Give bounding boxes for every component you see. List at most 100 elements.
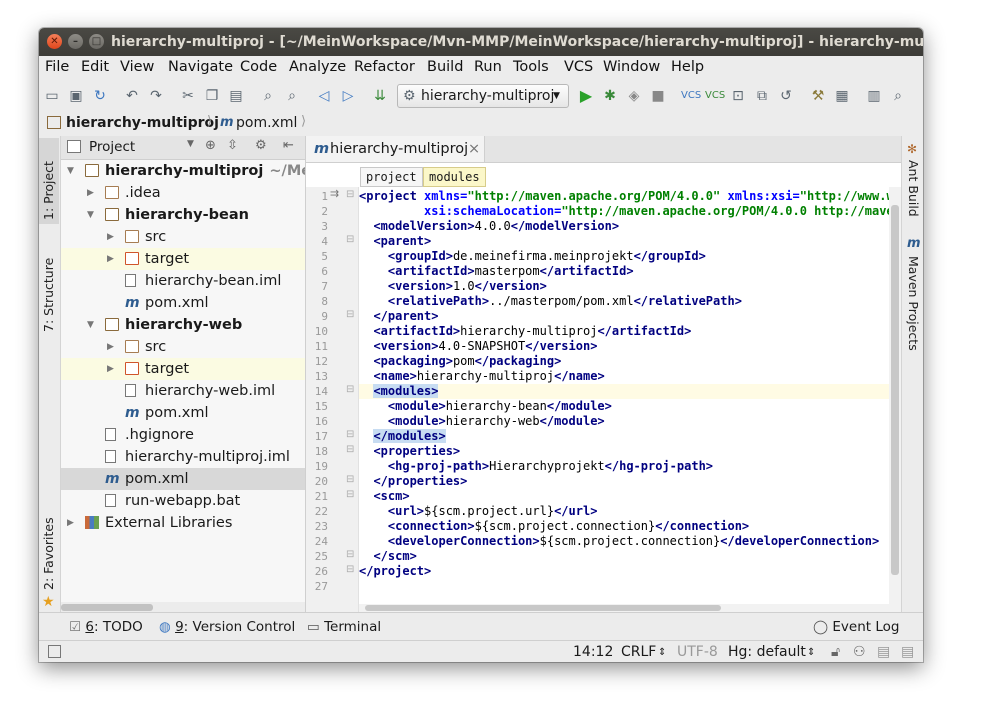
- menu-view[interactable]: View: [120, 59, 154, 75]
- memory-indicator-icon[interactable]: ▤: [877, 644, 890, 660]
- version-control-tool-button[interactable]: ◍ 9: Version Control: [159, 619, 295, 635]
- run-icon[interactable]: ▶: [577, 87, 595, 105]
- collapse-arrow-icon[interactable]: ▶: [67, 512, 74, 534]
- code-view[interactable]: <project xmlns="http://maven.apache.org/…: [359, 187, 901, 612]
- menu-tools[interactable]: Tools: [513, 59, 549, 75]
- vcs-update-icon[interactable]: VCS: [681, 87, 701, 105]
- editor-horizontal-scrollbar[interactable]: [359, 604, 889, 612]
- line-separator[interactable]: CRLF: [621, 644, 656, 660]
- favorites-tool-tab[interactable]: 2: Favorites ★: [39, 516, 59, 612]
- menu-build[interactable]: Build: [427, 59, 463, 75]
- fold-marker-icon[interactable]: ⊟: [346, 489, 354, 500]
- find-icon[interactable]: ⌕: [259, 87, 277, 105]
- collapse-arrow-icon[interactable]: ▶: [107, 226, 114, 248]
- tree-item[interactable]: ▶ src: [61, 336, 305, 358]
- close-window-button[interactable]: ✕: [47, 34, 62, 49]
- search-everywhere-icon[interactable]: ⌕: [889, 87, 907, 105]
- code-line[interactable]: xsi:schemaLocation="http://maven.apache.…: [359, 204, 901, 219]
- back-icon[interactable]: ◁: [315, 87, 333, 105]
- code-line[interactable]: <project xmlns="http://maven.apache.org/…: [359, 189, 901, 204]
- close-tab-icon[interactable]: ×: [468, 136, 480, 162]
- tree-item[interactable]: m pom.xml: [61, 292, 305, 314]
- menu-refactor[interactable]: Refactor: [354, 59, 415, 75]
- fold-marker-icon[interactable]: ⊟: [346, 444, 354, 455]
- replace-icon[interactable]: ⌕: [283, 87, 301, 105]
- tree-item[interactable]: hierarchy-web.iml: [61, 380, 305, 402]
- collapse-arrow-icon[interactable]: ▶: [107, 248, 114, 270]
- ant-build-tool-tab[interactable]: ✻ Ant Build: [902, 142, 923, 222]
- debug-icon[interactable]: ✱: [601, 87, 619, 105]
- vcs-branch[interactable]: Hg: default: [728, 644, 806, 660]
- copy-icon[interactable]: ❐: [203, 87, 221, 105]
- gear-icon[interactable]: ⚙: [255, 138, 267, 153]
- menu-vcs[interactable]: VCS: [564, 59, 593, 75]
- fold-marker-icon[interactable]: ⊟: [346, 474, 354, 485]
- hide-panel-icon[interactable]: ⇤: [283, 138, 294, 153]
- collapse-arrow-icon[interactable]: ▶: [107, 358, 114, 380]
- code-line[interactable]: <relativePath>../masterpom/pom.xml</rela…: [359, 294, 889, 309]
- nav-project-crumb[interactable]: hierarchy-multiproj: [66, 115, 219, 131]
- expand-arrow-icon[interactable]: ▼: [87, 314, 94, 336]
- tree-horizontal-scrollbar[interactable]: [61, 602, 305, 612]
- collapse-arrow-icon[interactable]: ▶: [107, 336, 114, 358]
- scroll-from-source-icon[interactable]: ⊕: [205, 138, 216, 153]
- save-icon[interactable]: ▣: [67, 87, 85, 105]
- project-view-select[interactable]: Project: [89, 139, 135, 155]
- open-folder-icon[interactable]: ▭: [43, 87, 61, 105]
- collapse-arrow-icon[interactable]: ▶: [87, 182, 94, 204]
- code-line[interactable]: <artifactId>masterpom</artifactId>: [359, 264, 889, 279]
- code-line[interactable]: <module>hierarchy-web</module>: [359, 414, 889, 429]
- code-line[interactable]: [359, 579, 889, 594]
- tree-item[interactable]: run-webapp.bat: [61, 490, 305, 512]
- sync-icon[interactable]: ↻: [91, 87, 109, 105]
- code-line[interactable]: <hg-proj-path>Hierarchyprojekt</hg-proj-…: [359, 459, 889, 474]
- minimize-window-button[interactable]: –: [68, 34, 83, 49]
- tree-item[interactable]: ▶ src: [61, 226, 305, 248]
- undo-icon[interactable]: ↶: [123, 87, 141, 105]
- tree-item[interactable]: ▶ target: [61, 358, 305, 380]
- vcs-compare-icon[interactable]: ⧉: [753, 87, 771, 105]
- forward-icon[interactable]: ▷: [339, 87, 357, 105]
- tree-item[interactable]: ▼ hierarchy-multiproj~/MeinW: [61, 160, 305, 182]
- editor-scroll-thumb[interactable]: [891, 205, 899, 575]
- tree-item[interactable]: ▼ hierarchy-bean: [61, 204, 305, 226]
- menu-edit[interactable]: Edit: [81, 59, 109, 75]
- nav-file-crumb[interactable]: pom.xml: [236, 115, 297, 131]
- settings-icon[interactable]: ⚒: [809, 87, 827, 105]
- vcs-commit-icon[interactable]: VCS: [705, 87, 725, 105]
- code-line[interactable]: <module>hierarchy-bean</module>: [359, 399, 889, 414]
- code-line[interactable]: </scm>: [359, 549, 889, 564]
- fold-marker-icon[interactable]: ⊟: [346, 549, 354, 560]
- fold-marker-icon[interactable]: ⊟: [346, 189, 354, 200]
- menu-navigate[interactable]: Navigate: [168, 59, 233, 75]
- code-line[interactable]: <groupId>de.meinefirma.meinprojekt</grou…: [359, 249, 889, 264]
- vcs-revert-icon[interactable]: ↺: [777, 87, 795, 105]
- code-line[interactable]: </modules>: [359, 429, 889, 444]
- coverage-icon[interactable]: ◈: [625, 87, 643, 105]
- tab-pom-xml[interactable]: m hierarchy-multiproj ×: [306, 136, 485, 162]
- redo-icon[interactable]: ↷: [147, 87, 165, 105]
- code-line[interactable]: <scm>: [359, 489, 889, 504]
- code-line[interactable]: <url>${scm.project.url}</url>: [359, 504, 889, 519]
- menu-file[interactable]: File: [45, 59, 69, 75]
- sdk-icon[interactable]: ▥: [865, 87, 883, 105]
- vcs-lock-icon[interactable]: ⊡: [729, 87, 747, 105]
- code-line[interactable]: <modelVersion>4.0.0</modelVersion>: [359, 219, 889, 234]
- tree-item[interactable]: .hgignore: [61, 424, 305, 446]
- chevron-down-icon[interactable]: ▼: [187, 139, 194, 149]
- breadcrumb-project[interactable]: project: [360, 167, 423, 187]
- collapse-all-icon[interactable]: ⇳: [227, 138, 238, 153]
- expand-arrow-icon[interactable]: ▼: [67, 160, 74, 182]
- fold-marker-icon[interactable]: ⊟: [346, 564, 354, 575]
- maximize-window-button[interactable]: □: [89, 34, 104, 49]
- tree-item[interactable]: m pom.xml: [61, 402, 305, 424]
- make-project-icon[interactable]: ⇊: [371, 87, 389, 105]
- event-log-tool-button[interactable]: ◯ Event Log: [813, 619, 899, 635]
- lock-icon[interactable]: 🔓︎: [831, 644, 840, 660]
- code-line[interactable]: </parent>: [359, 309, 889, 324]
- project-tool-tab[interactable]: 1: Project: [39, 138, 59, 224]
- cut-icon[interactable]: ✂: [179, 87, 197, 105]
- tree-item[interactable]: hierarchy-multiproj.iml: [61, 446, 305, 468]
- breadcrumb-modules[interactable]: modules: [423, 167, 486, 187]
- paste-icon[interactable]: ▤: [227, 87, 245, 105]
